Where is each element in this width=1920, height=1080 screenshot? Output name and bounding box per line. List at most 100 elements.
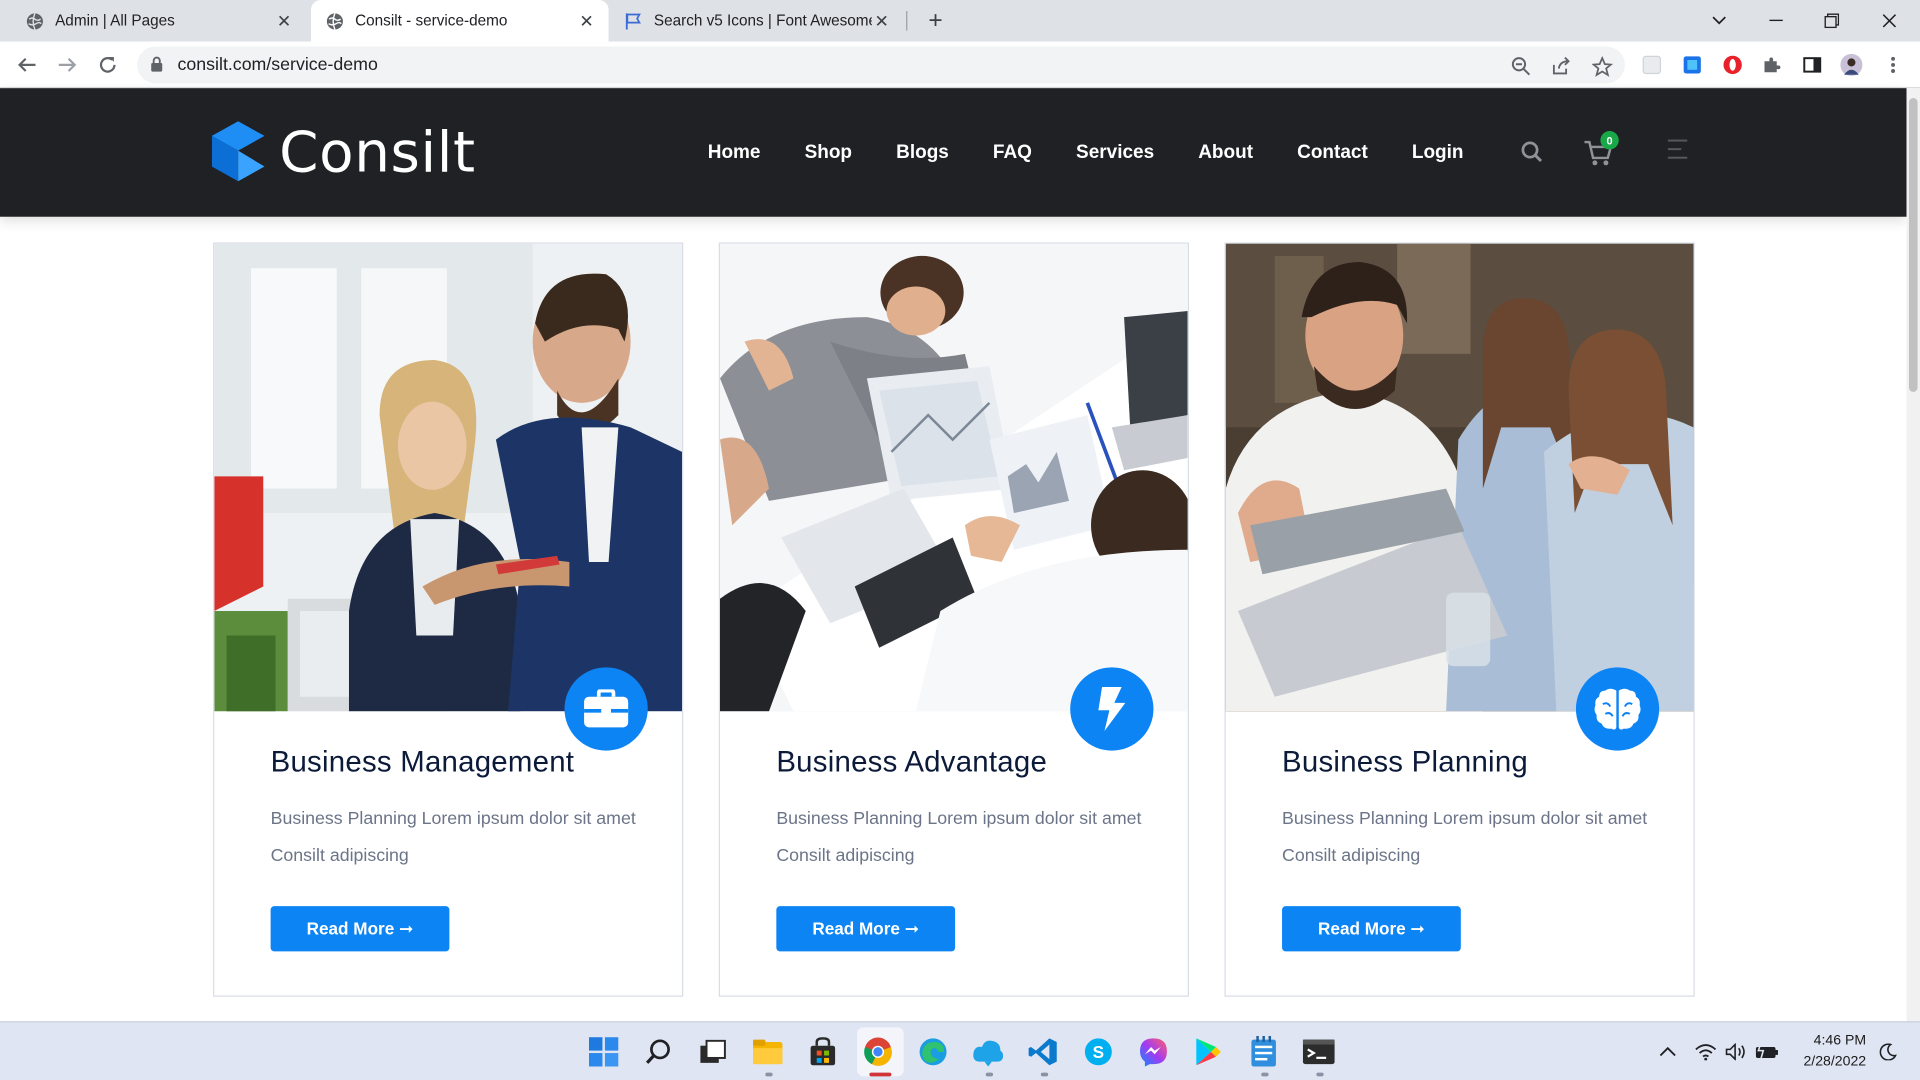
tab-search-icon[interactable] [1691,0,1747,42]
running-indicator [1261,1072,1269,1077]
volume-icon[interactable] [1722,1037,1751,1066]
search-icon[interactable] [1520,140,1544,164]
terminal-icon[interactable] [1299,1032,1338,1071]
service-card: Business Management Business Planning Lo… [213,242,684,997]
nav-blogs[interactable]: Blogs [896,141,949,163]
globe-icon [24,11,44,31]
bolt-icon [1070,667,1154,751]
clock-date: 2/28/2022 [1803,1054,1867,1069]
back-arrow-icon[interactable] [10,48,44,82]
service-card: Business Advantage Business Planning Lor… [718,242,1189,997]
read-more-button[interactable]: Read More ➞ [1282,906,1461,952]
tab-title: Search v5 Icons | Font Awesome [653,12,872,30]
card-title: Business Planning [1282,745,1529,779]
lock-icon [151,56,163,78]
card-photo-meeting [720,243,1188,712]
browser-tab-strip: Admin | All Pages ✕ Consilt - service-de… [0,0,1920,42]
search-icon[interactable] [639,1032,678,1071]
browser-menu-icon[interactable] [1882,54,1904,76]
card-photo-office [214,243,683,712]
tab-admin-pages[interactable]: Admin | All Pages ✕ [0,0,306,42]
profile-avatar[interactable] [1840,53,1863,76]
bookmark-star-icon[interactable] [1591,55,1613,77]
share-icon[interactable] [1550,55,1572,77]
briefcase-icon [564,667,648,751]
service-card: Business Planning Business Planning Lore… [1224,242,1695,997]
site-logo[interactable]: Consilt [211,118,476,185]
running-indicator [765,1072,773,1077]
task-view-icon[interactable] [693,1032,732,1071]
windows-start-icon[interactable] [584,1032,623,1071]
extension-blank-icon[interactable] [1641,54,1663,76]
puzzle-extensions-icon[interactable] [1761,54,1783,76]
close-tab-icon[interactable]: ✕ [872,10,892,31]
address-bar[interactable]: consilt.com/service-demo [137,46,1625,84]
vscode-icon[interactable] [1024,1032,1063,1071]
brand-name: Consilt [279,118,476,185]
reload-icon[interactable] [91,48,125,82]
wifi-icon[interactable] [1691,1037,1720,1066]
url-text: consilt.com/service-demo [177,55,378,75]
notification-moon-icon[interactable] [1875,1037,1902,1066]
tab-title: Admin | All Pages [55,12,175,30]
file-explorer-icon[interactable] [748,1032,787,1071]
brain-icon [1575,667,1660,751]
close-window-icon[interactable] [1861,0,1917,42]
main-nav: Home Shop Blogs FAQ Services About Conta… [686,88,1486,217]
card-photo-team [1225,243,1694,712]
notepad-icon[interactable] [1244,1032,1283,1071]
minimize-icon[interactable] [1747,0,1803,42]
tab-separator [906,11,908,31]
card-description: Business Planning Lorem ipsum dolor sit … [776,809,1142,866]
side-panel-icon[interactable] [1801,54,1823,76]
svg-text:S: S [1093,1042,1104,1062]
tab-consilt-service-demo[interactable]: Consilt - service-demo ✕ [311,0,609,42]
zoom-icon[interactable] [1510,55,1532,77]
cloud-app-icon[interactable] [969,1032,1008,1071]
store-icon[interactable] [803,1032,842,1071]
flag-icon [623,11,643,31]
consilt-logo-icon [211,121,265,182]
nav-services[interactable]: Services [1076,141,1154,163]
chrome-icon[interactable] [858,1032,897,1071]
extension-blue-icon[interactable] [1681,54,1703,76]
hamburger-menu-icon[interactable] [1665,137,1689,161]
site-header: Consilt Home Shop Blogs FAQ Services Abo… [0,88,1907,217]
chevron-up-icon[interactable] [1653,1037,1682,1066]
read-more-button[interactable]: Read More ➞ [776,906,956,952]
skype-icon[interactable]: S [1079,1032,1118,1071]
card-description: Business Planning Lorem ipsum dolor sit … [270,809,636,866]
active-indicator [869,1072,892,1077]
running-indicator [985,1072,994,1077]
tab-font-awesome[interactable]: Search v5 Icons | Font Awesome ✕ [610,0,904,42]
nav-login[interactable]: Login [1412,141,1464,163]
scrollbar-thumb[interactable] [1908,97,1918,392]
nav-faq[interactable]: FAQ [993,141,1032,163]
read-more-button[interactable]: Read More ➞ [270,906,450,952]
forward-arrow-icon[interactable] [50,48,84,82]
system-clock[interactable]: 4:46 PM 2/28/2022 [1780,1031,1866,1073]
card-title: Business Management [270,745,575,779]
nav-home[interactable]: Home [708,141,761,163]
running-indicator [1040,1072,1049,1077]
tab-title: Consilt - service-demo [355,12,508,30]
opera-adblock-icon[interactable] [1722,54,1744,76]
nav-shop[interactable]: Shop [805,141,852,163]
windows-taskbar: S 4:46 PM 2/28/2022 [0,1021,1920,1080]
nav-about[interactable]: About [1198,141,1253,163]
nav-contact[interactable]: Contact [1297,141,1368,163]
messenger-icon[interactable] [1134,1032,1173,1071]
card-description: Business Planning Lorem ipsum dolor sit … [1282,809,1648,866]
close-tab-icon[interactable]: ✕ [274,10,294,31]
card-title: Business Advantage [776,745,1048,779]
running-indicator [1316,1072,1324,1077]
edge-icon[interactable] [913,1032,952,1071]
new-tab-button[interactable]: + [921,6,950,35]
battery-icon[interactable] [1752,1037,1781,1066]
browser-toolbar: consilt.com/service-demo [0,41,1920,89]
close-tab-icon[interactable]: ✕ [577,10,597,31]
cart-count-badge: 0 [1600,131,1619,150]
play-store-icon[interactable] [1189,1032,1228,1071]
restore-icon[interactable] [1804,0,1860,42]
globe-icon [324,11,344,31]
